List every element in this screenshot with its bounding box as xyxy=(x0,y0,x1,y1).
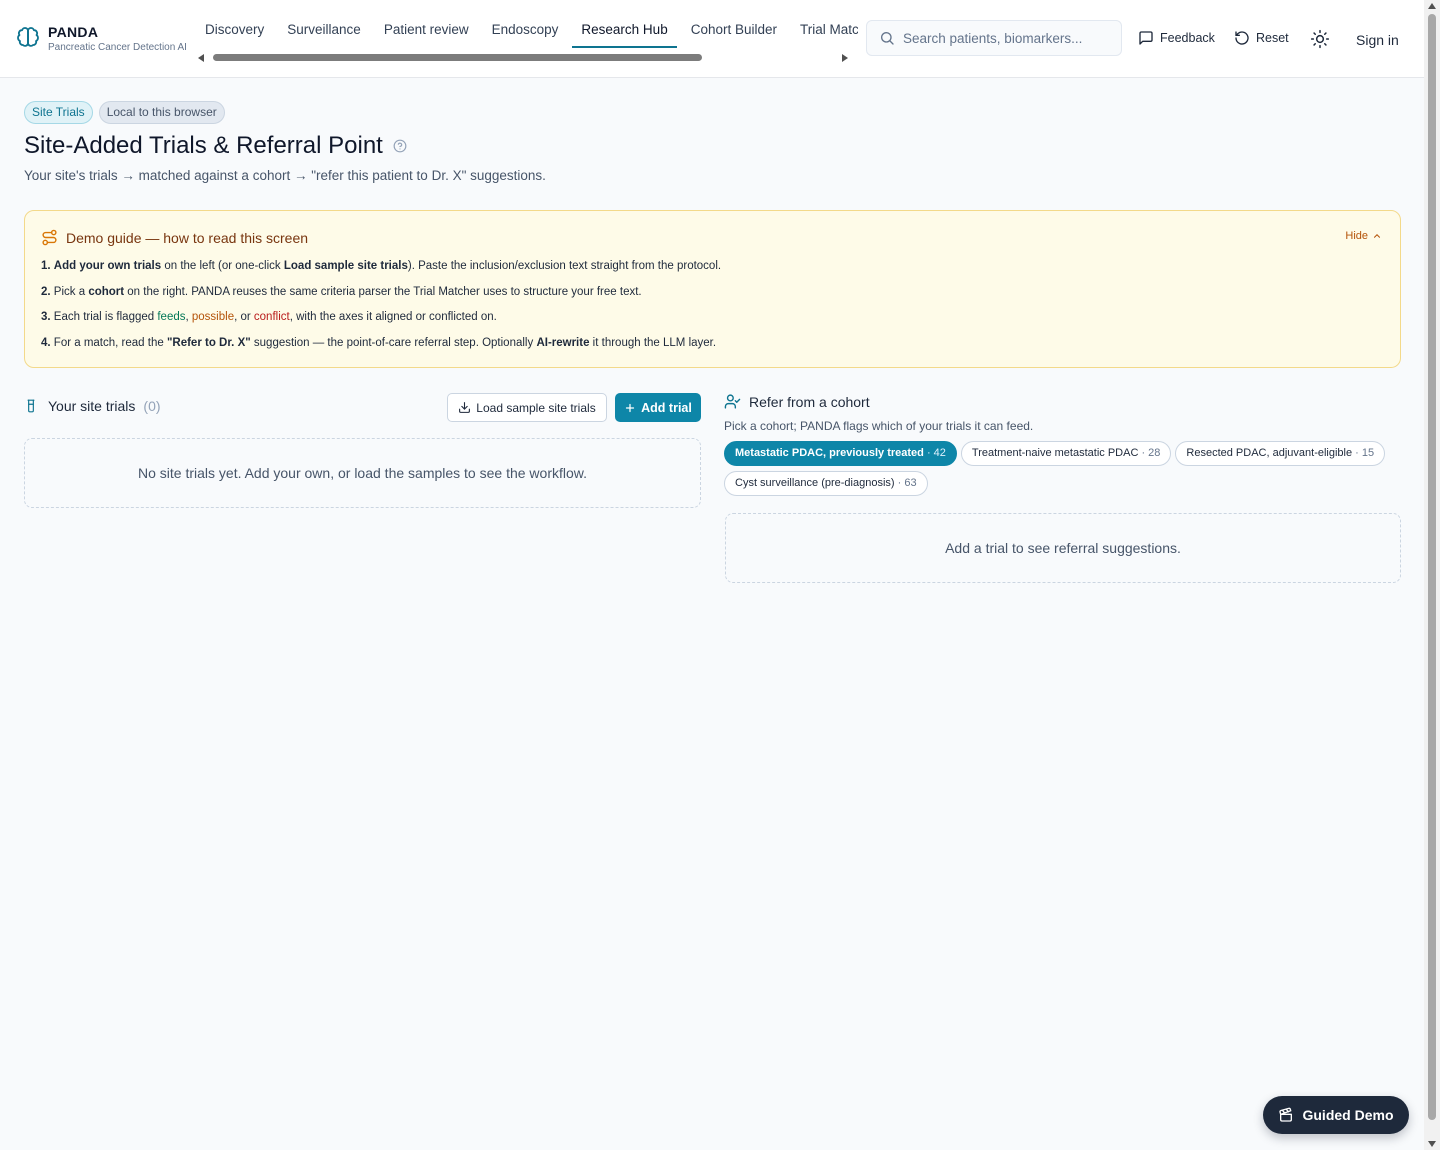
guide-hide-label: Hide xyxy=(1345,230,1368,242)
flask-icon xyxy=(27,399,35,413)
scroll-right-icon[interactable] xyxy=(842,54,848,62)
site-trials-empty-state: No site trials yet. Add your own, or loa… xyxy=(24,438,701,508)
cohort-chip-metastatic-treated[interactable]: Metastatic PDAC, previously treated · 42 xyxy=(724,441,957,466)
theme-toggle[interactable] xyxy=(1310,27,1336,51)
search-input[interactable] xyxy=(903,30,1113,46)
message-square-icon xyxy=(1139,31,1153,45)
possible-label: possible xyxy=(191,311,235,323)
referral-empty-state: Add a trial to see referral suggestions. xyxy=(725,513,1401,583)
rotate-ccw-icon xyxy=(1235,31,1249,45)
refer-title: Refer from a cohort xyxy=(749,393,870,410)
tab-discovery[interactable]: Discovery xyxy=(196,14,273,48)
feedback-label: Feedback xyxy=(1160,31,1215,45)
cohort-chip-resected[interactable]: Resected PDAC, adjuvant-eligible · 15 xyxy=(1175,441,1386,466)
page-scrollbar[interactable] xyxy=(1424,0,1440,1150)
tab-research-hub[interactable]: Research Hub xyxy=(572,14,678,48)
site-trials-count: (0) xyxy=(143,398,161,414)
guided-demo-button[interactable]: Guided Demo xyxy=(1263,1096,1409,1134)
main-nav: Discovery Surveillance Patient review En… xyxy=(196,14,858,64)
sign-in-button[interactable]: Sign in xyxy=(1356,28,1399,52)
load-sample-trials-button[interactable]: Load sample site trials xyxy=(447,393,607,422)
feeds-label: feeds xyxy=(157,311,186,323)
scroll-left-icon[interactable] xyxy=(198,54,204,62)
site-trials-title: Your site trials xyxy=(48,398,136,414)
page-subtitle: Your site's trials → matched against a c… xyxy=(24,168,546,183)
reset-button[interactable]: Reset xyxy=(1234,26,1289,50)
conflict-label: conflict xyxy=(253,311,290,323)
top-header: PANDA Pancreatic Cancer Detection AI Dis… xyxy=(0,0,1424,78)
download-icon xyxy=(459,402,471,413)
guide-header: Demo guide — how to read this screen xyxy=(41,229,308,246)
feedback-button[interactable]: Feedback xyxy=(1138,26,1215,50)
load-sample-label: Load sample site trials xyxy=(476,400,596,415)
page-scroll-thumb[interactable] xyxy=(1428,14,1436,1120)
guide-title: Demo guide — how to read this screen xyxy=(66,229,309,246)
reset-label: Reset xyxy=(1256,31,1289,45)
refer-header: Refer from a cohort xyxy=(724,393,870,410)
site-trials-badge: Site Trials xyxy=(24,101,93,124)
route-icon xyxy=(42,229,57,246)
tab-surveillance[interactable]: Surveillance xyxy=(278,14,370,48)
brand-subtitle: Pancreatic Cancer Detection AI xyxy=(48,42,187,53)
demo-guide: Demo guide — how to read this screen Hid… xyxy=(24,210,1401,368)
guide-hide-button[interactable]: Hide xyxy=(1345,230,1382,242)
tab-trial-matcher[interactable]: Trial Matcher xyxy=(791,14,858,48)
sun-icon xyxy=(1310,29,1330,49)
refer-subtitle: Pick a cohort; PANDA flags which of your… xyxy=(724,419,1034,433)
page-badges: Site Trials Local to this browser xyxy=(24,101,225,124)
local-browser-badge: Local to this browser xyxy=(98,101,225,124)
guide-step-3: 3. Each trial is flagged feeds, possible… xyxy=(41,311,497,323)
search-icon xyxy=(881,32,894,45)
brand[interactable]: PANDA Pancreatic Cancer Detection AI xyxy=(16,24,187,55)
user-check-icon xyxy=(724,394,741,409)
tab-endoscopy[interactable]: Endoscopy xyxy=(483,14,568,48)
page-title: Site-Added Trials & Referral Point xyxy=(24,132,407,160)
guide-step-1: 1. Add your own trials on the left (or o… xyxy=(41,260,722,272)
scroll-up-icon[interactable] xyxy=(1428,3,1436,9)
add-trial-label: Add trial xyxy=(641,400,692,415)
search-box[interactable] xyxy=(866,20,1122,56)
site-trials-header: Your site trials (0) xyxy=(24,398,161,414)
add-trial-button[interactable]: Add trial xyxy=(615,393,701,422)
page-title-text: Site-Added Trials & Referral Point xyxy=(24,132,383,159)
brain-icon xyxy=(17,27,39,47)
scroll-down-icon[interactable] xyxy=(1428,1141,1436,1147)
guided-demo-label: Guided Demo xyxy=(1302,1107,1394,1123)
plus-icon xyxy=(626,403,635,412)
clapperboard-icon xyxy=(1279,1107,1293,1122)
brand-name: PANDA xyxy=(48,24,99,40)
help-circle-icon[interactable] xyxy=(393,139,407,153)
nav-scroll-thumb[interactable] xyxy=(213,54,702,61)
cohort-chip-treatment-naive[interactable]: Treatment-naive metastatic PDAC · 28 xyxy=(960,441,1172,466)
tab-patient-review[interactable]: Patient review xyxy=(375,14,478,48)
guide-steps: 1. Add your own trials on the left (or o… xyxy=(41,258,721,360)
chevron-up-icon xyxy=(1373,234,1381,238)
guide-step-4: 4. For a match, read the "Refer to Dr. X… xyxy=(41,336,717,349)
cohort-chip-cyst-surveillance[interactable]: Cyst surveillance (pre-diagnosis) · 63 xyxy=(724,471,928,496)
cohort-chips: Metastatic PDAC, previously treated · 42… xyxy=(724,441,1404,501)
nav-scrollbar[interactable] xyxy=(198,52,854,64)
tab-cohort-builder[interactable]: Cohort Builder xyxy=(682,14,786,48)
guide-step-2: 2. Pick a cohort on the right. PANDA reu… xyxy=(41,285,642,298)
